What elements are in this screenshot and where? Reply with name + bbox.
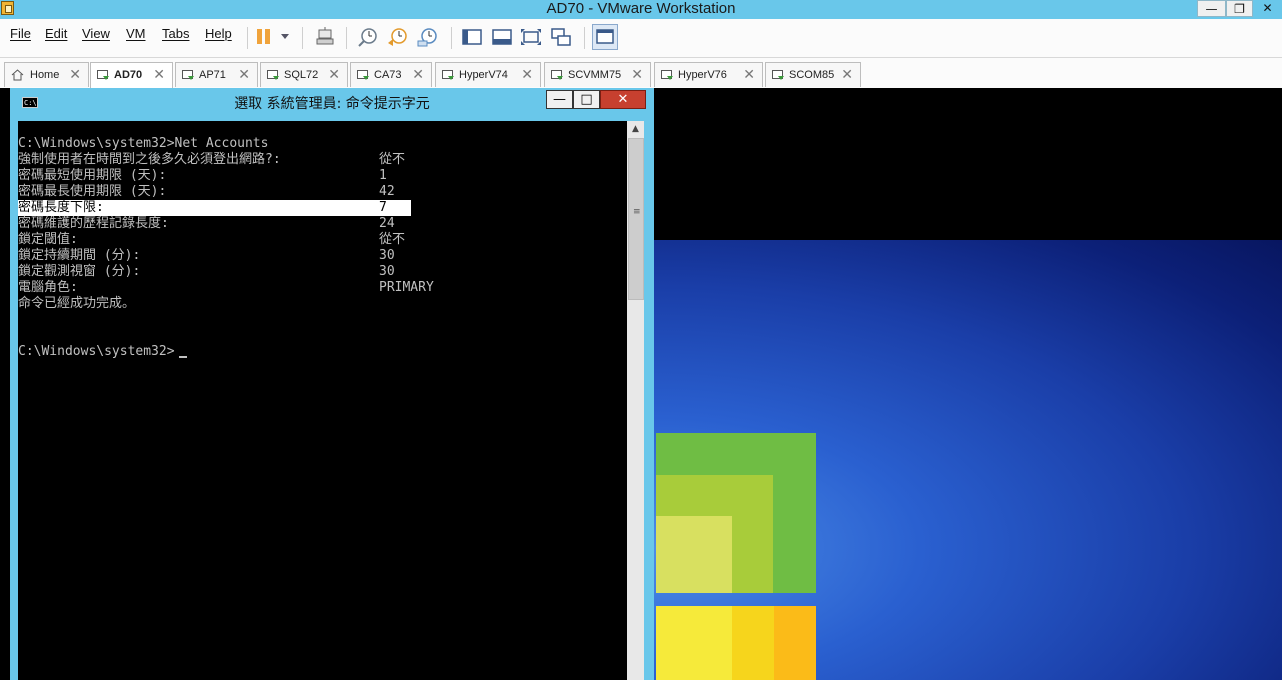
guest-desktop-wallpaper [654,240,1282,680]
toolbar-separator [451,27,452,49]
snapshot-manager-icon[interactable] [417,26,439,48]
completion-message: 命令已經成功完成。 [18,296,136,311]
vm-icon [267,70,279,80]
vm-icon [357,70,369,80]
command-prompt-window[interactable]: C:\ 選取 系統管理員: 命令提示字元 — □ ✕ C:\Windows\sy… [10,88,654,680]
scrollbar-thumb[interactable]: ≡ [628,138,644,300]
vm-display[interactable]: C:\ 選取 系統管理員: 命令提示字元 — □ ✕ C:\Windows\sy… [0,88,1282,680]
restore-button[interactable]: ❐ [1226,0,1253,17]
output-key: 鎖定閾值: [18,232,78,247]
menu-file[interactable]: File [10,26,31,41]
vm-icon [551,70,563,80]
logo-pane [656,516,732,593]
tab-hyperv76[interactable]: HyperV76 ✕ [654,62,763,87]
menu-view[interactable]: View [82,26,110,41]
output-value: 24 [379,216,395,231]
toolbar-separator [346,27,347,49]
cmd-maximize-button[interactable]: □ [573,90,600,109]
output-key: 鎖定觀測視窗 (分): [18,264,141,279]
close-icon[interactable]: ✕ [153,66,165,83]
menu-vm[interactable]: VM [126,26,146,41]
output-key: 密碼最長使用期限 (天): [18,184,167,199]
output-value: 30 [379,264,395,279]
vm-icon [182,70,194,80]
send-ctrl-alt-del-icon[interactable] [314,26,336,48]
selected-output-row[interactable]: 密碼長度下限: 7 [18,200,411,216]
logo-pane [656,606,732,680]
close-icon[interactable]: ✕ [238,66,250,83]
output-value: 從不 [379,152,406,167]
output-key: 電腦角色: [18,280,78,295]
home-icon [11,69,24,81]
output-key: 強制使用者在時間到之後多久必須登出網路?: [18,152,281,167]
toolbar-separator [302,27,303,49]
full-screen-icon[interactable] [491,26,513,48]
vm-icon [442,70,454,80]
close-icon[interactable]: ✕ [743,66,755,83]
cmd-close-button[interactable]: ✕ [600,90,646,109]
window-title: AD70 - VMware Workstation [546,0,736,17]
prompt-line[interactable]: C:\Windows\system32> [18,344,175,360]
command-line: C:\Windows\system32>Net Accounts [18,136,269,151]
output-key: 密碼長度下限: [18,200,104,215]
vm-icon [661,70,673,80]
toolbar-separator [247,27,248,49]
text-cursor [179,356,187,358]
tab-hyperv74[interactable]: HyperV74 ✕ [435,62,541,87]
menu-help[interactable]: Help [205,26,232,41]
console-scrollbar[interactable]: ▲ ≡ [627,121,644,680]
output-value: 42 [379,184,395,199]
tab-ad70[interactable]: AD70 ✕ [90,62,173,88]
output-value: 1 [379,168,387,183]
console-view-icon[interactable] [461,26,483,48]
unity-icon[interactable] [592,24,618,50]
tab-scvmm75[interactable]: SCVMM75 ✕ [544,62,651,87]
vm-icon [97,70,109,80]
output-value: 從不 [379,232,406,247]
output-key: 密碼最短使用期限 (天): [18,168,167,183]
close-icon[interactable]: ✕ [841,66,853,83]
output-value: 7 [379,200,387,215]
close-icon[interactable]: ✕ [328,66,340,83]
tab-sql72[interactable]: SQL72 ✕ [260,62,348,87]
close-icon[interactable]: ✕ [69,66,81,83]
scroll-up-icon[interactable]: ▲ [627,121,644,138]
minimize-button[interactable]: — [1197,0,1226,17]
snapshot-icon[interactable] [357,26,379,48]
menu-edit[interactable]: Edit [45,26,67,41]
menu-toolbar: File Edit View VM Tabs Help [0,19,1282,58]
grip-icon: ≡ [633,207,641,217]
close-icon[interactable]: ✕ [521,66,533,83]
tab-ap71[interactable]: AP71 ✕ [175,62,258,87]
output-value: 30 [379,248,395,263]
tab-scom85[interactable]: SCOM85 ✕ [765,62,861,87]
console-output[interactable]: C:\Windows\system32>Net Accounts 強制使用者在時… [18,121,627,680]
vm-icon [772,70,784,80]
tab-ca73[interactable]: CA73 ✕ [350,62,432,87]
fit-guest-icon[interactable] [520,26,542,48]
revert-snapshot-icon[interactable] [387,26,409,48]
window-titlebar: AD70 - VMware Workstation — ❐ ✕ [0,0,1282,19]
close-icon[interactable]: ✕ [412,66,424,83]
close-icon[interactable]: ✕ [631,66,643,83]
autosize-icon[interactable] [550,26,572,48]
output-key: 鎖定持續期間 (分): [18,248,141,263]
toolbar-separator [584,27,585,49]
vm-tab-bar: Home ✕ AD70 ✕ AP71 ✕ SQL72 ✕ CA73 ✕ Hype… [0,58,1282,88]
cmd-minimize-button[interactable]: — [546,90,573,109]
close-button[interactable]: ✕ [1253,0,1282,17]
output-value: PRIMARY [379,280,434,295]
output-key: 密碼維護的歷程記錄長度: [18,216,169,231]
chevron-down-icon[interactable] [281,34,289,39]
menu-tabs[interactable]: Tabs [162,26,189,41]
pause-icon[interactable] [254,26,276,48]
tab-home[interactable]: Home ✕ [4,62,89,87]
